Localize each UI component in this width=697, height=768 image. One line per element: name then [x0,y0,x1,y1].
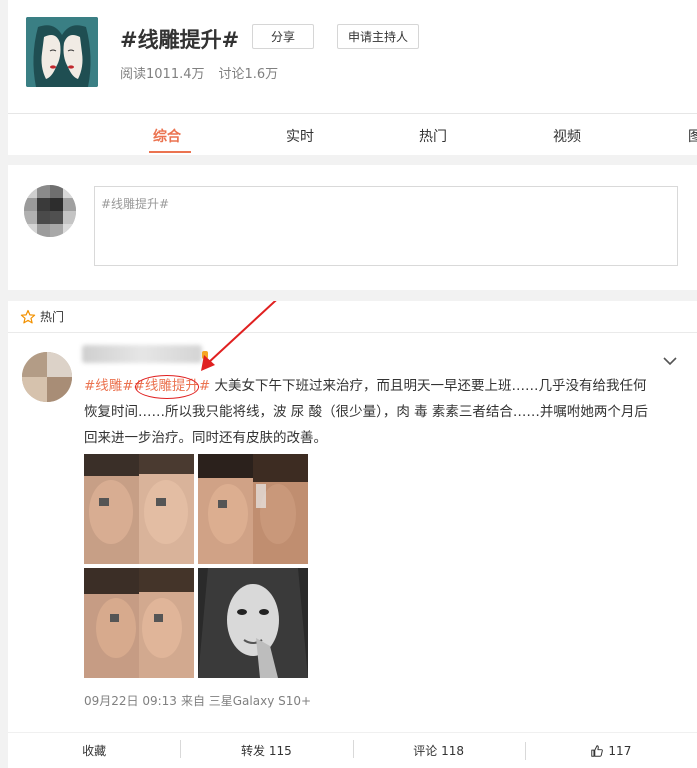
avatar[interactable] [22,352,72,402]
vip-badge-icon [202,351,208,359]
tab-video[interactable]: 视频 [553,126,581,146]
comment-button[interactable]: 评论 118 [352,740,525,759]
favorite-label: 收藏 [82,744,107,758]
post-photo[interactable] [198,568,308,678]
hashtag-link[interactable]: #线雕# [84,378,134,394]
share-button[interactable]: 分享 [252,24,314,49]
compose-textarea[interactable]: #线雕提升# [94,186,678,266]
twin-faces-logo-icon [26,17,98,87]
comment-label: 评论 118 [413,744,464,758]
like-button[interactable]: 117 [524,741,697,760]
feed-card: 热门 #线雕##线雕提升# 大美女下午下班过来治疗，而且明天一早还要上班……几乎… [8,301,697,768]
post-timestamp[interactable]: 09月22日 09:13 [84,692,177,709]
tab-general[interactable]: 综合 [153,126,181,146]
tabs-divider [8,113,697,114]
photo-grid [84,454,310,678]
post-line-3: 回来进一步治疗。同时还有皮肤的改善。 [84,430,327,446]
post-body: #线雕##线雕提升# 大美女下午下班过来治疗，而且明天一早还要上班……几乎没有给… [84,373,684,451]
face-photo-icon [198,454,308,564]
face-photo-icon [84,454,194,564]
post-meta: 09月22日 09:13 来自 三星Galaxy S10+ [84,692,311,709]
favorite-button[interactable]: 收藏 [8,742,180,759]
hashtag-link[interactable]: #线雕提升# [134,378,211,394]
pixelated-avatar-icon [22,352,72,402]
post-photo[interactable] [84,568,194,678]
composer-card: #线雕提升# [8,165,697,290]
tab-hot[interactable]: 热门 [419,126,447,146]
thumbs-up-icon [591,744,604,757]
hot-section-label: 热门 [40,310,65,324]
post-photo[interactable] [84,454,194,564]
hot-section-header: 热门 [8,301,697,333]
bw-portrait-photo-icon [198,568,308,678]
post-line-1: #线雕##线雕提升# 大美女下午下班过来治疗，而且明天一早还要上班……几乎没有给… [84,373,684,399]
read-count: 阅读1011.4万 [120,67,205,82]
repost-label: 转发 115 [241,744,292,758]
topic-logo [26,17,98,87]
post-source: 来自 三星Galaxy S10+ [180,694,312,708]
apply-host-button[interactable]: 申请主持人 [337,24,419,49]
active-tab-indicator [149,151,191,153]
topic-header-card: #线雕提升# 分享 申请主持人 阅读1011.4万 讨论1.6万 综合 实时 热… [8,0,697,155]
post-text-segment: 大美女下午下班过来治疗，而且明天一早还要上班……几乎没有给我任何 [210,378,647,394]
star-outline-icon [20,309,36,323]
tab-realtime[interactable]: 实时 [286,126,314,146]
repost-button[interactable]: 转发 115 [180,740,352,759]
post-action-bar: 收藏 转发 115 评论 118 117 [8,732,697,768]
like-count: 117 [608,743,632,758]
username-redacted[interactable] [82,345,202,363]
tab-images[interactable]: 图 [688,126,697,146]
pixelated-avatar-icon [24,185,76,237]
topic-stats: 阅读1011.4万 讨论1.6万 [120,63,278,82]
discussion-count: 讨论1.6万 [218,67,279,82]
face-photo-icon [84,568,194,678]
avatar[interactable] [24,185,76,237]
chevron-down-icon[interactable] [662,353,678,369]
post-photo[interactable] [198,454,308,564]
topic-title: #线雕提升# [120,28,240,52]
post-line-2: 恢复时间……所以我只能将线，波 尿 酸（很少量），肉 毒 素素三者结合……并嘱咐… [84,404,648,420]
